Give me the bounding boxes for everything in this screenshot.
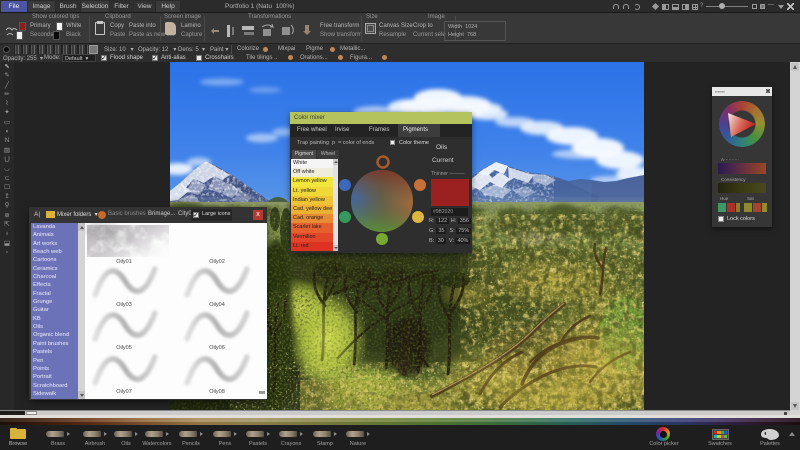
svg-text:Oily06: Oily06: [209, 345, 225, 351]
svg-text:Oily04: Oily04: [209, 302, 225, 308]
svg-text:Oily05: Oily05: [116, 345, 132, 351]
svg-text:Oily03: Oily03: [116, 302, 132, 308]
svg-text:Oily01: Oily01: [116, 259, 132, 265]
svg-text:Oily07: Oily07: [116, 389, 132, 395]
svg-text:Oily02: Oily02: [209, 259, 225, 265]
svg-text:Oily08: Oily08: [209, 389, 225, 395]
